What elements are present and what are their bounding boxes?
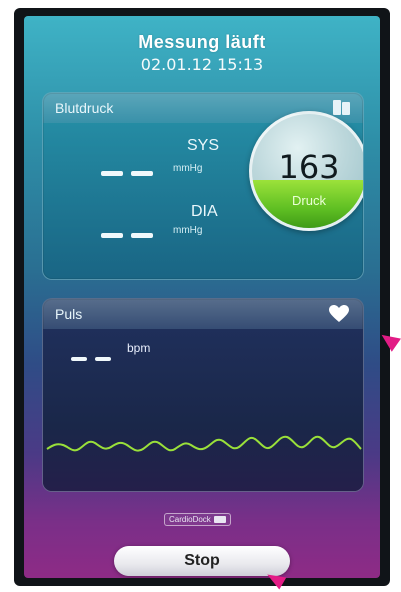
sys-label: SYS <box>187 137 220 154</box>
screen-header: Messung läuft 02.01.12 15:13 <box>24 32 380 74</box>
pressure-label: Druck <box>292 193 326 208</box>
pulse-panel: Puls bpm <box>42 298 364 492</box>
app-screen: Messung läuft 02.01.12 15:13 Blutdruck S… <box>24 16 380 578</box>
dia-label: DIA <box>191 203 218 220</box>
blood-pressure-body: SYS mmHg DIA mmHg 163 Druck <box>43 111 363 279</box>
device-frame: Messung läuft 02.01.12 15:13 Blutdruck S… <box>14 8 390 586</box>
sys-unit: mmHg <box>173 163 203 174</box>
screen-title: Messung läuft <box>138 32 266 52</box>
pulse-waveform <box>46 435 362 452</box>
pressure-value: 163 <box>278 148 340 186</box>
blood-pressure-panel: Blutdruck SYS mmHg DIA mmHg 163 Druck <box>42 92 364 280</box>
pulse-title: Puls <box>55 306 83 322</box>
pulse-unit: bpm <box>127 341 151 355</box>
pulse-header: Puls <box>43 299 363 329</box>
cardiodock-label: CardioDock <box>169 515 211 524</box>
book-icon[interactable] <box>333 100 351 116</box>
measurement-timestamp: 02.01.12 15:13 <box>140 55 264 74</box>
blood-pressure-title: Blutdruck <box>55 100 114 116</box>
stop-button[interactable]: Stop <box>114 546 290 576</box>
dia-unit: mmHg <box>173 225 203 236</box>
heart-icon[interactable] <box>329 305 349 323</box>
cardiodock-badge: CardioDock <box>164 513 231 526</box>
pulse-body: bpm <box>43 329 363 491</box>
pressure-gauge: 163 Druck <box>249 111 363 231</box>
